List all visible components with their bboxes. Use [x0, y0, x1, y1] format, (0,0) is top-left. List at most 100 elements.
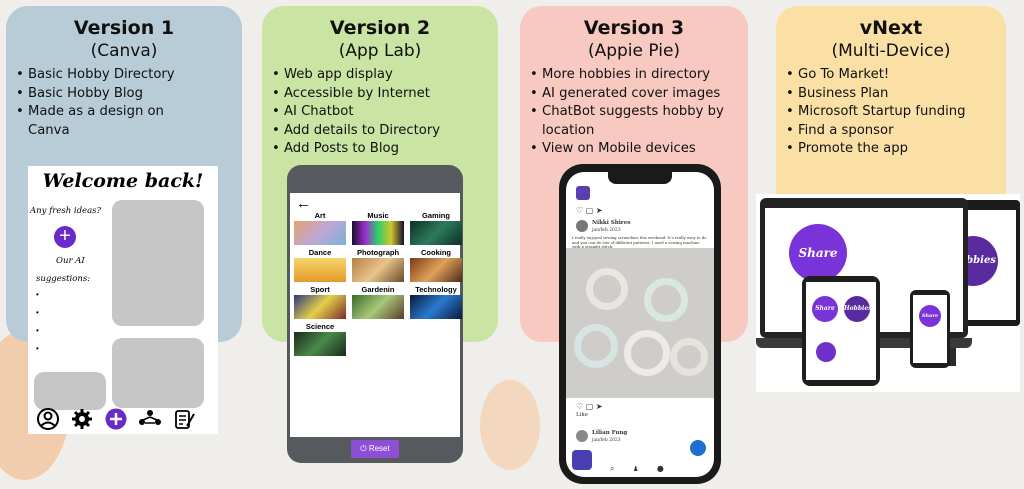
list-item: Basic Hobby Directory	[6, 66, 242, 85]
card-subtitle: (App Lab)	[338, 41, 422, 61]
tablet: Share Hobbies	[802, 276, 880, 386]
list-item: Microsoft Startup funding	[776, 103, 1006, 122]
list-item: Add details to Directory	[262, 122, 498, 141]
card-subtitle: (Canva)	[90, 41, 158, 61]
welcome-title: Welcome back!	[42, 170, 204, 192]
bottom-nav-icons: ⌕♟●	[610, 464, 682, 473]
bullet-dot: •	[36, 344, 39, 353]
post-date: jan/feb 2023	[592, 438, 621, 443]
notepad-icon[interactable]	[172, 408, 196, 436]
category-tile[interactable]: Sport	[294, 285, 346, 319]
bottom-nav	[36, 408, 196, 436]
card-title: Version 2	[329, 17, 431, 39]
post-author: Lilian Fung	[592, 430, 628, 436]
placeholder-card	[34, 372, 106, 410]
list-item: AI generated cover images	[520, 85, 748, 104]
category-label: Dance	[308, 248, 332, 257]
list-item: View on Mobile devices	[520, 140, 748, 159]
hobbies-badge: Hobbies	[844, 296, 872, 322]
list-item: Add Posts to Blog	[262, 140, 498, 159]
mobile-screen: Share	[913, 295, 947, 363]
category-image	[294, 332, 346, 356]
list-item: Business Plan	[776, 85, 1006, 104]
post-photo	[566, 248, 714, 398]
background-splash	[480, 380, 540, 470]
category-image	[352, 295, 404, 319]
scrunchie-image	[586, 268, 628, 310]
action-icons: ♡ ▢ ➤	[576, 206, 603, 215]
avatar	[576, 430, 588, 442]
category-image	[410, 258, 462, 282]
list-item: Web app display	[262, 66, 498, 85]
vnext-devices-mockup: Share Hobbies Share Share Hobbies Share	[756, 194, 1020, 392]
bullet-dot: •	[36, 308, 39, 317]
list-item: Promote the app	[776, 140, 1006, 159]
add-idea-button[interactable]: +	[54, 226, 76, 248]
reset-label: Reset	[368, 444, 390, 453]
post-date: jan/feb 2023	[592, 228, 621, 233]
category-tile[interactable]: Gaming	[410, 211, 462, 245]
category-image	[294, 221, 346, 245]
phone-screen: ♡ ▢ ➤ Nikki Shires jan/feb 2023 I really…	[566, 172, 714, 477]
share-badge: Share	[789, 224, 847, 282]
category-tile[interactable]: Technology	[410, 285, 462, 319]
category-tile[interactable]: Dance	[294, 248, 346, 282]
community-icon[interactable]	[138, 408, 162, 436]
category-grid: Art Music Gaming Dance Photograph Cookin…	[294, 211, 462, 356]
category-label: Sport	[310, 285, 330, 294]
mobile-phone: Share	[910, 290, 950, 368]
bullet-dot: •	[36, 290, 39, 299]
category-tile[interactable]: Gardenin	[352, 285, 404, 319]
category-label: Photograph	[356, 248, 400, 257]
category-label: Art	[314, 211, 326, 220]
category-label: Cooking	[421, 248, 451, 257]
list-item: Accessible by Internet	[262, 85, 498, 104]
category-label: Technology	[415, 285, 457, 294]
tablet-screen: Share Hobbies	[806, 282, 876, 380]
placeholder-card	[112, 200, 204, 326]
card-title: Version 3	[583, 17, 685, 39]
list-item: Find a sponsor	[776, 122, 1006, 141]
feature-list: Go To Market! Business Plan Microsoft St…	[776, 66, 1006, 159]
chatbot-button[interactable]	[572, 450, 592, 470]
category-image	[352, 258, 404, 282]
reset-button[interactable]: ⏻ Reset	[351, 440, 399, 458]
bullet-dot: •	[36, 326, 39, 335]
our-ai-label: Our AI	[56, 256, 85, 266]
category-tile[interactable]: Photograph	[352, 248, 404, 282]
app-logo	[576, 186, 590, 200]
plus-icon[interactable]	[104, 408, 128, 436]
back-arrow-icon[interactable]: ←	[296, 195, 311, 212]
card-title: Version 1	[73, 17, 175, 39]
list-item: More hobbies in directory	[520, 66, 748, 85]
gear-icon[interactable]	[70, 408, 94, 436]
category-label: Music	[367, 211, 389, 220]
scrunchie-image	[670, 338, 708, 376]
feature-list: Basic Hobby Directory Basic Hobby Blog M…	[6, 66, 242, 140]
feature-list: More hobbies in directory AI generated c…	[520, 66, 748, 159]
category-tile[interactable]: Science	[294, 322, 346, 356]
profile-icon[interactable]	[36, 408, 60, 436]
card-title: vNext	[859, 17, 923, 39]
card-subtitle: (Multi-Device)	[831, 41, 951, 61]
fab-button[interactable]	[690, 440, 706, 456]
list-item: Made as a design on Canva	[6, 103, 242, 140]
category-label: Science	[305, 322, 335, 331]
avatar	[576, 220, 588, 232]
category-image	[294, 258, 346, 282]
list-item: Go To Market!	[776, 66, 1006, 85]
like-label[interactable]: Like	[576, 412, 588, 418]
list-item: AI Chatbot	[262, 103, 498, 122]
suggestions-label: suggestions:	[36, 274, 91, 284]
category-tile[interactable]: Cooking	[410, 248, 462, 282]
version-3-mockup: ♡ ▢ ➤ Nikki Shires jan/feb 2023 I really…	[559, 164, 721, 484]
category-tile[interactable]: Art	[294, 211, 346, 245]
category-tile[interactable]: Music	[352, 211, 404, 245]
phone-notch	[608, 172, 672, 184]
scrunchie-image	[624, 330, 670, 376]
category-image	[410, 221, 462, 245]
feature-list: Web app display Accessible by Internet A…	[262, 66, 498, 159]
version-1-mockup: Welcome back! Any fresh ideas? + Our AI …	[28, 166, 218, 434]
post-author: Nikki Shires	[592, 220, 631, 226]
version-2-mockup: ← Art Music Gaming Dance Photograph Cook…	[287, 165, 463, 463]
